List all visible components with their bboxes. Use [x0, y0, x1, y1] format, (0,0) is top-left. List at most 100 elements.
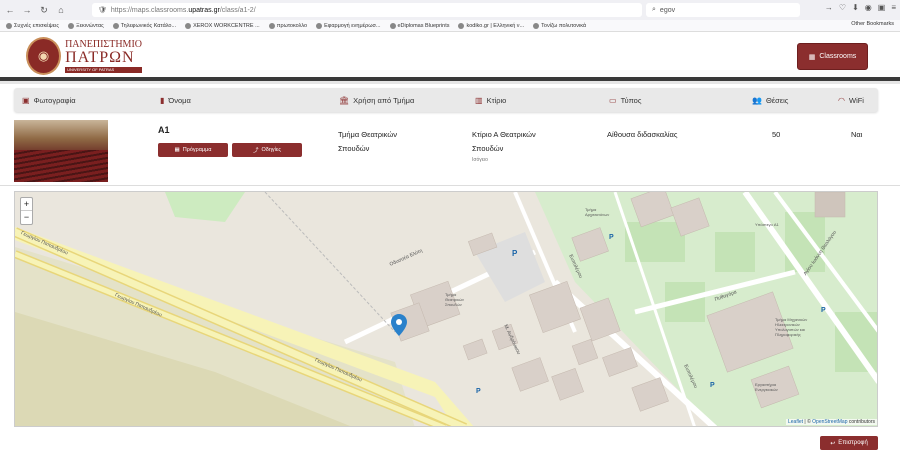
- attribution-sep: | ©: [803, 419, 813, 425]
- bookmark-label: kodiko.gr | Ελληνική ν...: [466, 22, 525, 29]
- table-row: [0, 114, 900, 186]
- back-arrow-icon[interactable]: ←: [3, 5, 17, 15]
- browser-toolbar: ← → ↻ ⌂ 🛡 https://maps.classrooms.upatra…: [0, 0, 900, 20]
- bookmark-item[interactable]: Συχνές επισκέψεις: [6, 22, 59, 29]
- column-building: ▥ Κτίριο: [475, 96, 506, 105]
- search-field[interactable]: ⌕ egov: [646, 3, 800, 17]
- column-photo: ▣ Φωτογραφία: [22, 96, 76, 105]
- bookmark-favicon-icon: [6, 22, 12, 29]
- bookmark-item[interactable]: eDiplomas Blueprints: [389, 22, 450, 29]
- column-use-label: Χρήση από Τμήμα: [353, 96, 415, 105]
- university-logo[interactable]: ◉ ΠΑΝΕΠΙΣΤΗΜΙΟ ΠΑΤΡΩΝ UNIVERSITY OF PATR…: [26, 37, 142, 75]
- department-line1: Τμήμα Θεατρικών: [338, 130, 397, 139]
- url-bar[interactable]: 🛡 https://maps.classrooms.upatras.gr/cla…: [92, 3, 642, 17]
- pocket-icon[interactable]: ♡: [839, 3, 846, 12]
- column-seats-label: Θέσεις: [765, 96, 789, 105]
- parking-icon: P: [710, 382, 715, 389]
- map-label-building5: Τμήμα Αρχιτεκτόνων: [585, 207, 610, 217]
- schedule-button[interactable]: ▦ Πρόγραμμα: [158, 143, 228, 157]
- return-icon: ↩: [830, 440, 836, 447]
- column-name: ▮ Όνομα: [160, 96, 191, 105]
- zoom-out-button[interactable]: −: [21, 211, 32, 224]
- building-cell: Κτίριο Α Θεατρικών Σπουδών Ισόγειο: [472, 128, 536, 164]
- bookmark-favicon-icon: [185, 22, 192, 29]
- department-line2: Σπουδών: [338, 144, 370, 153]
- map-label-building2: Τμήμα Μηχανικών Ηλεκτρονικών Υπολογιστών…: [775, 317, 808, 337]
- logo-line2: ΠΑΤΡΩΝ: [65, 48, 135, 66]
- classrooms-button[interactable]: ▦ Classrooms: [797, 43, 868, 70]
- type-cell: Αίθουσα διδασκαλίας: [607, 130, 678, 139]
- building-icon: ▥: [475, 96, 483, 105]
- header-shadow: [0, 81, 900, 84]
- parking-icon: P: [476, 388, 481, 395]
- parking-icon: P: [609, 234, 614, 241]
- bookmark-item[interactable]: XEROX WORKCENTRE ...: [185, 22, 260, 29]
- institution-icon: 🏛: [339, 96, 350, 105]
- attribution-tail: contributors: [847, 419, 875, 425]
- zoom-in-button[interactable]: +: [21, 198, 32, 211]
- back-label: Επιστροφή: [838, 440, 868, 446]
- back-button[interactable]: ↩ Επιστροφή: [820, 436, 878, 450]
- directions-icon: ⤴: [253, 148, 259, 154]
- department-cell: Τμήμα Θεατρικών Σπουδών: [338, 128, 397, 156]
- logo-line1: ΠΑΝΕΠΙΣΤΗΜΙΟ: [65, 38, 142, 50]
- account-icon[interactable]: ◉: [865, 3, 872, 12]
- shield-icon: 🛡: [98, 7, 107, 14]
- bookmark-favicon-icon: [458, 22, 465, 29]
- map-label-building: Τμήμα Θεατρικών Σπουδών: [445, 292, 465, 307]
- home-icon[interactable]: ⌂: [54, 5, 68, 15]
- search-icon: ⌕: [652, 6, 656, 13]
- bookmark-item[interactable]: πρωτοκολλο: [268, 22, 308, 29]
- room-name: A1: [158, 125, 170, 135]
- bookmark-item[interactable]: Ξεκινώντας: [68, 22, 104, 29]
- parking-icon: P: [821, 307, 826, 314]
- map-label-building4: Υπόστεγο A1: [755, 222, 779, 227]
- other-bookmarks[interactable]: Other Bookmarks: [851, 21, 894, 27]
- floor-label: Ισόγειο: [472, 157, 488, 163]
- bookmark-label: XEROX WORKCENTRE ...: [193, 22, 260, 29]
- bookmark-item[interactable]: Τηλεφωνικός Κατάλο...: [112, 22, 177, 29]
- bookmark-favicon-icon: [533, 22, 540, 29]
- image-icon: ▣: [22, 96, 30, 105]
- extensions-icon[interactable]: ▣: [878, 3, 886, 12]
- forward-icon[interactable]: →: [825, 3, 833, 12]
- bookmark-label: Τηλεφωνικός Κατάλο...: [120, 22, 177, 29]
- directions-button[interactable]: ⤴ Οδηγίες: [232, 143, 302, 157]
- column-wifi-label: WiFi: [848, 96, 864, 105]
- building-line2: Σπουδών: [472, 144, 504, 153]
- bookmark-item[interactable]: Εφαρμογή ενημέρωσ...: [316, 22, 381, 29]
- bookmark-favicon-icon: [268, 22, 275, 29]
- leaflet-link[interactable]: Leaflet: [788, 419, 803, 425]
- building-line1: Κτίριο Α Θεατρικών: [472, 130, 536, 139]
- column-type: ▭ Τύπος: [609, 96, 641, 105]
- column-wifi: ◠ WiFi: [838, 96, 864, 105]
- reload-icon[interactable]: ↻: [37, 5, 51, 16]
- menu-icon[interactable]: ≡: [891, 3, 896, 12]
- map[interactable]: Γεωργίου Παπανδρέου Γεωργίου Παπανδρέου …: [14, 191, 878, 427]
- url-text: https://maps.classrooms.upatras.gr/class…: [110, 6, 256, 14]
- seats-image: [14, 150, 108, 182]
- column-building-label: Κτίριο: [486, 96, 507, 105]
- forward-arrow-icon[interactable]: →: [20, 5, 34, 15]
- map-label-building3: Εργαστήρια Ενεργειακών: [755, 382, 778, 392]
- column-use: 🏛 Χρήση από Τμήμα: [339, 96, 414, 105]
- bookmark-item[interactable]: kodiko.gr | Ελληνική ν...: [458, 22, 525, 29]
- bookmark-label: Ξεκινώντας: [76, 22, 104, 29]
- bookmark-favicon-icon: [389, 22, 396, 29]
- bookmark-item[interactable]: Τονίζω πολυτονικά: [533, 22, 586, 29]
- column-photo-label: Φωτογραφία: [33, 96, 76, 105]
- schedule-label: Πρόγραμμα: [182, 147, 212, 153]
- bookmark-label: πρωτοκολλο: [276, 22, 308, 29]
- classrooms-label: Classrooms: [819, 53, 857, 60]
- download-icon[interactable]: ⬇: [852, 3, 859, 12]
- chalkboard-icon: ▭: [609, 96, 617, 105]
- osm-link[interactable]: OpenStreetMap: [812, 419, 847, 425]
- table-header: ▣ Φωτογραφία ▮ Όνομα 🏛 Χρήση από Τμήμα ▥ Κτί…: [14, 88, 878, 112]
- calendar-icon: ▦: [808, 53, 816, 61]
- bookmark-icon: ▮: [160, 96, 165, 105]
- classroom-photo[interactable]: [14, 120, 108, 182]
- bookmark-favicon-icon: [112, 22, 119, 29]
- search-value: egov: [659, 6, 676, 14]
- parking-icon: P: [512, 249, 518, 258]
- bookmark-label: eDiplomas Blueprints: [397, 22, 450, 29]
